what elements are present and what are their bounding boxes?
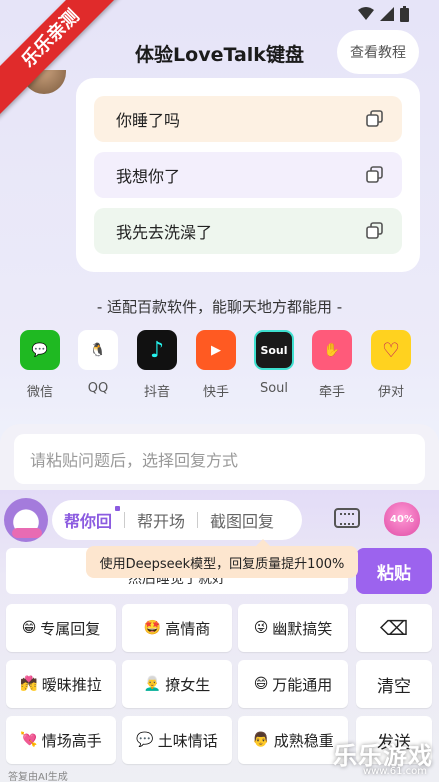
heart-icon[interactable]: 40% [384, 502, 420, 536]
emoji-icon: 😁 [21, 620, 37, 636]
douyin-icon: ♪ [137, 330, 177, 370]
phrase-card: 你睡了吗 我想你了 我先去洗澡了 [76, 78, 420, 272]
emoji-icon: 💘 [20, 732, 38, 748]
battery-icon [400, 6, 409, 22]
reply-key[interactable]: 💘 情场高手 [6, 716, 116, 764]
app-kuaishou[interactable]: ▶ 快手 [194, 330, 238, 400]
app-label: 快手 [202, 385, 229, 400]
reply-key[interactable]: 💬 土味情话 [122, 716, 232, 764]
app-label: 牵手 [318, 385, 345, 400]
app-soul[interactable]: Soul Soul [252, 330, 296, 396]
watermark-url: www.61.com [362, 766, 427, 777]
reply-key-label: 成熟稳重 [273, 731, 334, 750]
reply-key[interactable]: 👨 成熟稳重 [238, 716, 348, 764]
paste-input[interactable]: 请粘贴问题后，选择回复方式 [14, 434, 425, 484]
reply-key[interactable]: 👨‍🦳 撩女生 [122, 660, 232, 708]
reply-key[interactable]: 😄 万能通用 [238, 660, 348, 708]
emoji-icon: 😜 [253, 620, 269, 636]
reply-key-label: 高情商 [165, 619, 211, 638]
phrase-text: 我先去洗澡了 [116, 223, 213, 242]
clear-button[interactable]: 清空 [356, 660, 432, 708]
soul-icon: Soul [254, 330, 294, 370]
reply-key[interactable]: 💏 暧昧推拉 [6, 660, 116, 708]
backspace-icon: ⌫ [379, 616, 409, 640]
copy-icon[interactable] [366, 110, 384, 128]
yidui-icon: ♡ [371, 330, 411, 370]
emoji-icon: 😄 [253, 676, 269, 692]
phrase-item[interactable]: 我想你了 [94, 152, 402, 198]
reply-key-label: 万能通用 [272, 675, 333, 694]
reply-key-label: 土味情话 [157, 731, 218, 750]
reply-key-label: 幽默搞笑 [272, 619, 333, 638]
reply-key[interactable]: 🤩 高情商 [122, 604, 232, 652]
mode-tabs: 帮你回 帮开场 截图回复 [52, 500, 302, 540]
app-yidui[interactable]: ♡ 伊对 [369, 330, 413, 400]
wifi-icon [358, 7, 374, 20]
tab-screenshot-reply[interactable]: 截图回复 [198, 508, 286, 532]
keyboard-icon[interactable] [334, 508, 360, 528]
app-label: 微信 [26, 385, 53, 400]
app-label: QQ [87, 381, 109, 396]
reply-key[interactable]: 😁 专属回复 [6, 604, 116, 652]
emoji-icon: 💬 [136, 732, 154, 748]
paste-button[interactable]: 粘贴 [356, 548, 432, 594]
mascot-icon[interactable] [4, 498, 48, 542]
reply-key-label: 撩女生 [165, 675, 211, 694]
phrase-text: 你睡了吗 [116, 111, 181, 130]
signal-icon [380, 7, 394, 21]
tab-open-line[interactable]: 帮开场 [125, 508, 197, 532]
app-label: 抖音 [143, 385, 170, 400]
app-label: Soul [259, 381, 289, 396]
qq-icon: 🐧 [78, 330, 118, 370]
phrase-item[interactable]: 你睡了吗 [94, 96, 402, 142]
reply-key-label: 情场高手 [41, 731, 102, 750]
phrase-item[interactable]: 我先去洗澡了 [94, 208, 402, 254]
phrase-text: 我想你了 [116, 167, 181, 186]
reply-key[interactable]: 😜 幽默搞笑 [238, 604, 348, 652]
emoji-icon: 💏 [20, 676, 38, 692]
apps-caption: - 适配百款软件，能聊天地方都能用 - [96, 298, 343, 316]
tab-help-reply[interactable]: 帮你回 [52, 506, 124, 532]
backspace-button[interactable]: ⌫ [356, 604, 432, 652]
emoji-icon: 👨‍🦳 [143, 676, 162, 692]
app-label: 伊对 [377, 385, 404, 400]
tutorial-button[interactable]: 查看教程 [337, 30, 419, 74]
wechat-icon: 💬 [20, 330, 60, 370]
app-douyin[interactable]: ♪ 抖音 [135, 330, 179, 400]
app-qianshou[interactable]: ✋ 牵手 [310, 330, 354, 400]
copy-icon[interactable] [366, 222, 384, 240]
reply-key-label: 暧昧推拉 [41, 675, 102, 694]
app-wechat[interactable]: 💬 微信 [18, 330, 62, 400]
qianshou-icon: ✋ [312, 330, 352, 370]
copy-icon[interactable] [366, 166, 384, 184]
emoji-icon: 👨 [252, 732, 270, 748]
ai-disclaimer: 答复由AI生成 [8, 772, 68, 782]
kuaishou-icon: ▶ [196, 330, 236, 370]
app-qq[interactable]: 🐧 QQ [76, 330, 120, 396]
reply-key-label: 专属回复 [40, 619, 101, 638]
model-tooltip: 使用Deepseek模型，回复质量提升100% [86, 539, 358, 578]
emoji-icon: 🤩 [143, 620, 162, 636]
